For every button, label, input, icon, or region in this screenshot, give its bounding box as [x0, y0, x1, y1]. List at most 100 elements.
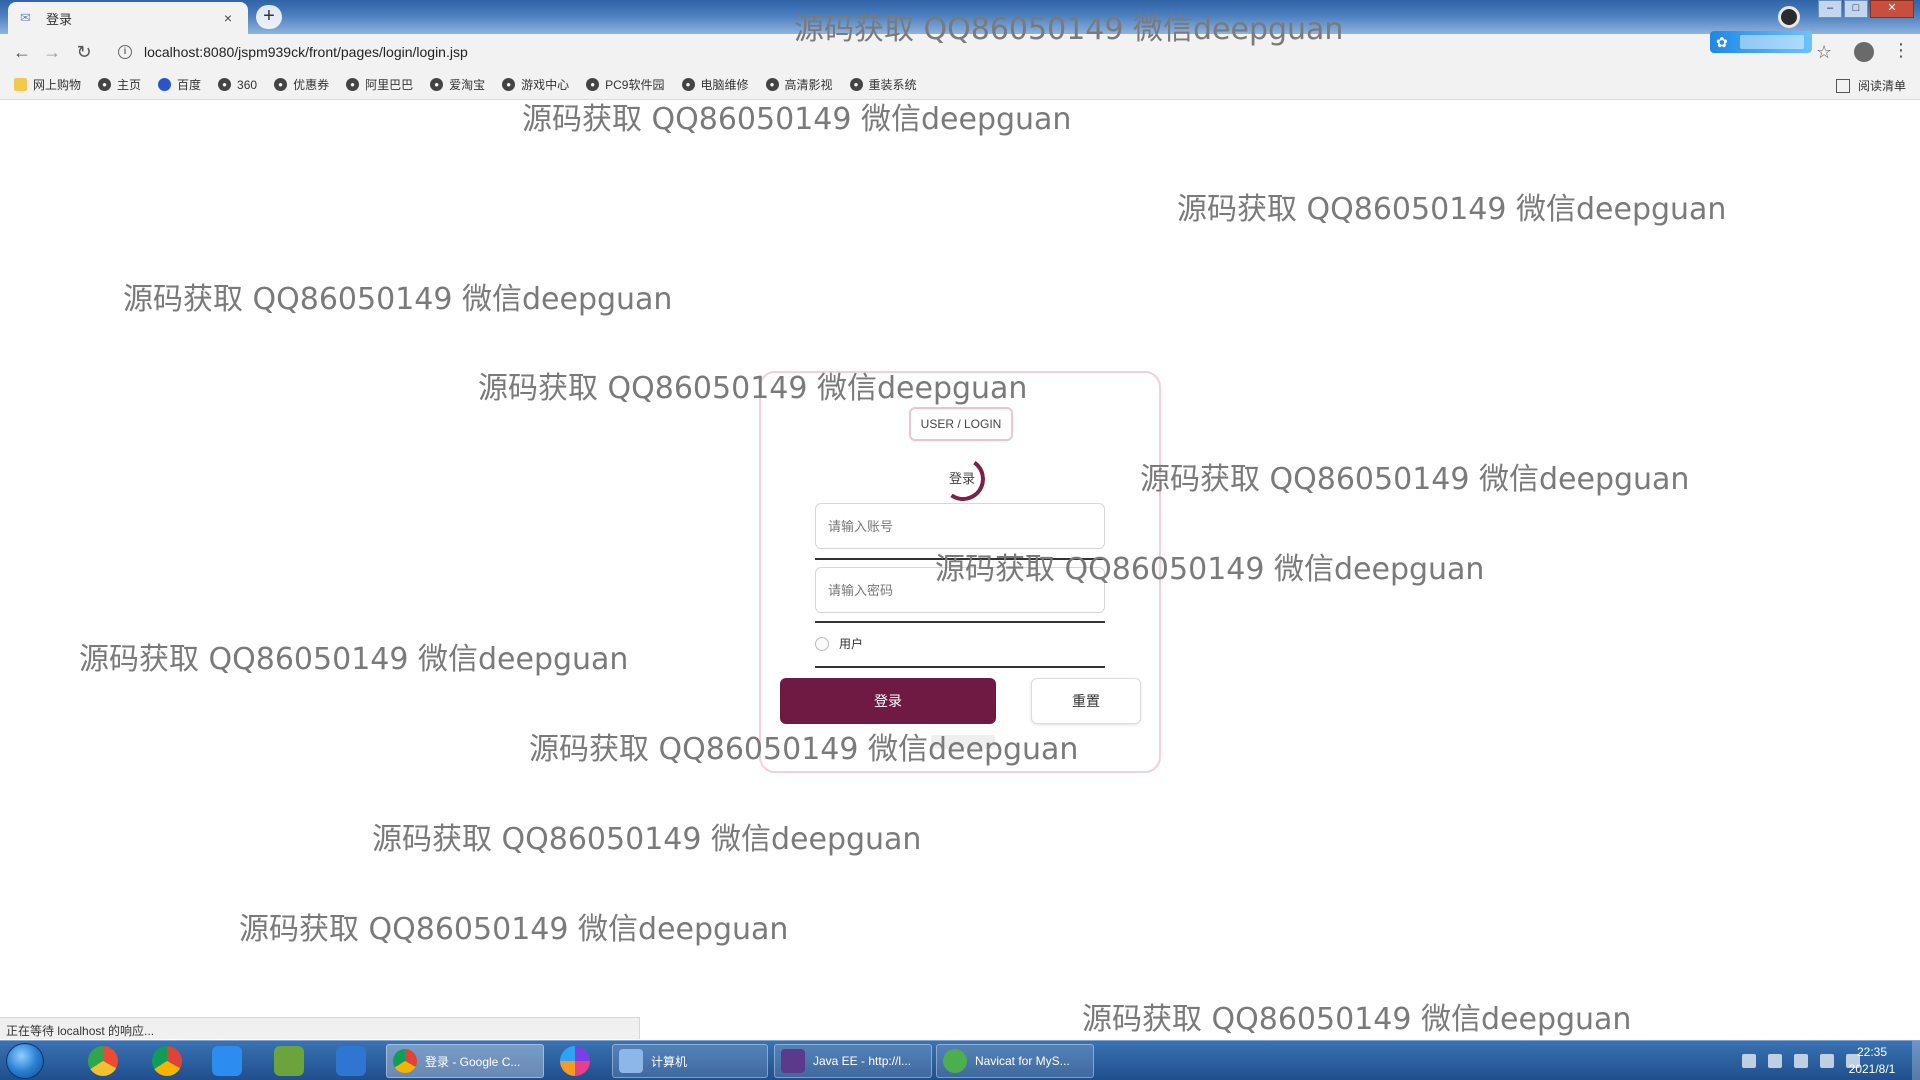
google-earth-icon[interactable] — [88, 1046, 118, 1076]
bookmark-label: 高清影视 — [784, 78, 833, 92]
globe-icon: ● — [430, 78, 444, 91]
keyboard-icon[interactable] — [1742, 1054, 1756, 1068]
address-url: localhost:8080/jspm939ck/front/pages/log… — [144, 44, 468, 60]
chrome-icon[interactable] — [152, 1046, 182, 1076]
bookmark-star-icon[interactable]: ☆ — [1816, 42, 1832, 63]
network-icon[interactable] — [1794, 1054, 1808, 1068]
eclipse-icon — [781, 1049, 805, 1073]
username-input[interactable] — [815, 503, 1105, 549]
taskbar-task-eclipse[interactable]: Java EE - http://l... — [774, 1044, 932, 1078]
windows-taskbar: 登录 - Google C... 计算机 Java EE - http://l.… — [0, 1040, 1920, 1080]
browser-toolbar: ← → ↻ i localhost:8080/jspm939ck/front/p… — [0, 34, 1920, 70]
computer-icon — [619, 1049, 643, 1073]
register-link[interactable] — [931, 735, 995, 749]
globe-icon: ● — [346, 78, 360, 91]
login-button[interactable]: 登录 — [780, 678, 996, 724]
bookmark-item[interactable]: ● 游戏中心 — [502, 76, 569, 93]
taskbar-task-computer[interactable]: 计算机 — [612, 1044, 768, 1078]
task-label: 计算机 — [651, 1054, 688, 1069]
login-title-emblem: 登录 — [937, 453, 989, 505]
bookmark-item[interactable]: ● 重装系统 — [849, 76, 917, 93]
navicat-icon — [943, 1049, 967, 1073]
system-clock[interactable]: 22:35 2021/8/1 — [1836, 1044, 1908, 1078]
task-label: Navicat for MyS... — [975, 1054, 1070, 1068]
browser-tab-login[interactable]: ✉ 登录 × — [8, 2, 248, 34]
site-info-icon[interactable]: i — [118, 45, 132, 59]
chrome-icon — [393, 1049, 417, 1073]
show-desktop-button[interactable] — [1912, 1041, 1920, 1080]
role-selector: 用户 — [815, 635, 863, 652]
globe-icon: ● — [765, 78, 779, 91]
address-bar[interactable]: i localhost:8080/jspm939ck/front/pages/l… — [108, 38, 1688, 66]
bookmark-item[interactable]: 网上购物 — [14, 76, 81, 93]
reading-list-label: 阅读清单 — [1857, 79, 1906, 93]
bookmark-label: 网上购物 — [33, 78, 82, 92]
globe-icon: ● — [218, 78, 232, 91]
charts-app-icon[interactable] — [274, 1046, 304, 1076]
bookmark-item[interactable]: ● 电脑维修 — [681, 76, 749, 93]
tray-expand-icon[interactable] — [1768, 1054, 1782, 1068]
start-button-icon[interactable] — [6, 1043, 44, 1079]
globe-icon: ● — [586, 78, 600, 91]
bookmark-item[interactable]: 百度 — [158, 76, 201, 93]
bookmark-item[interactable]: ● 阿里巴巴 — [346, 76, 413, 93]
bookmark-item[interactable]: ● 主页 — [98, 76, 141, 93]
folder-icon — [14, 78, 27, 91]
browser-menu-icon[interactable]: ⋮ — [1892, 40, 1910, 61]
bookmark-item[interactable]: ● 360 — [218, 78, 257, 92]
bookmark-label: PC9软件园 — [605, 78, 665, 92]
volume-icon[interactable] — [1820, 1054, 1834, 1068]
reading-list-button[interactable]: 阅读清单 — [1835, 77, 1906, 94]
bookmark-label: 爱淘宝 — [449, 78, 486, 92]
account-icon[interactable] — [1854, 42, 1874, 62]
window-close-icon[interactable]: ✕ — [1870, 0, 1914, 18]
forward-arrow-icon[interactable]: → — [42, 42, 62, 62]
maximize-icon[interactable]: □ — [1844, 0, 1868, 18]
baidu-netdisk-icon[interactable] — [212, 1046, 242, 1076]
field-divider — [815, 666, 1105, 668]
reading-list-icon — [1835, 78, 1850, 93]
field-divider — [815, 621, 1105, 623]
tab-close-icon[interactable]: × — [220, 10, 236, 26]
clock-date: 2021/8/1 — [1848, 1062, 1896, 1076]
cloud-extension-icon: ✿ — [1716, 34, 1728, 50]
bookmark-label: 重装系统 — [868, 78, 917, 92]
screen: ✉ 登录 × + – □ ✕ ← → ↻ i localhost:8080/js… — [0, 0, 1920, 1080]
user-login-badge: USER / LOGIN — [909, 407, 1013, 441]
globe-icon: ● — [502, 78, 516, 91]
bookmark-label: 360 — [237, 77, 258, 92]
browser-profile-icon[interactable] — [1778, 6, 1800, 28]
role-user-label: 用户 — [839, 637, 864, 651]
bookmark-label: 百度 — [177, 78, 202, 92]
color-app-icon[interactable] — [560, 1046, 590, 1076]
window-controls: – □ ✕ — [1816, 0, 1914, 18]
taskbar-task-navicat[interactable]: Navicat for MyS... — [936, 1044, 1094, 1078]
taskbar-task-chrome[interactable]: 登录 - Google C... — [386, 1044, 544, 1078]
globe-icon: ● — [849, 78, 863, 91]
minimize-icon[interactable]: – — [1818, 0, 1842, 18]
bookmark-item[interactable]: ● 爱淘宝 — [430, 76, 485, 93]
browser-status-bar: 正在等待 localhost 的响应... — [0, 1017, 640, 1039]
bookmark-item[interactable]: ● PC9软件园 — [586, 76, 665, 93]
new-tab-button[interactable]: + — [256, 5, 282, 29]
bookmark-label: 阿里巴巴 — [365, 78, 414, 92]
globe-icon: ● — [98, 78, 112, 91]
file-manager-icon[interactable] — [336, 1046, 366, 1076]
password-input[interactable] — [815, 567, 1105, 613]
baidu-paw-icon — [158, 78, 172, 91]
bookmark-label: 游戏中心 — [521, 78, 570, 92]
login-card: USER / LOGIN 登录 用户 登录 重置 — [759, 371, 1161, 773]
bookmark-item[interactable]: ● 高清影视 — [765, 76, 833, 93]
bookmark-item[interactable]: ● 优惠券 — [274, 76, 329, 93]
bookmarks-bar: 网上购物 ● 主页 百度 ● 360 ● 优惠券 ● 阿里巴巴 ● 爱淘宝 ● 游戏中心 ●… — [0, 70, 1920, 100]
cloud-extension-badge[interactable]: ✿ — [1710, 31, 1812, 53]
globe-icon: ● — [681, 78, 695, 91]
reload-icon[interactable]: ↻ — [74, 42, 94, 62]
tab-title: 登录 — [46, 11, 73, 27]
task-label: Java EE - http://l... — [813, 1054, 912, 1068]
page-favicon-icon: ✉ — [20, 10, 31, 25]
role-user-radio[interactable] — [815, 636, 829, 651]
reset-button[interactable]: 重置 — [1031, 678, 1141, 724]
back-arrow-icon[interactable]: ← — [12, 42, 32, 62]
clock-time: 22:35 — [1856, 1045, 1888, 1059]
